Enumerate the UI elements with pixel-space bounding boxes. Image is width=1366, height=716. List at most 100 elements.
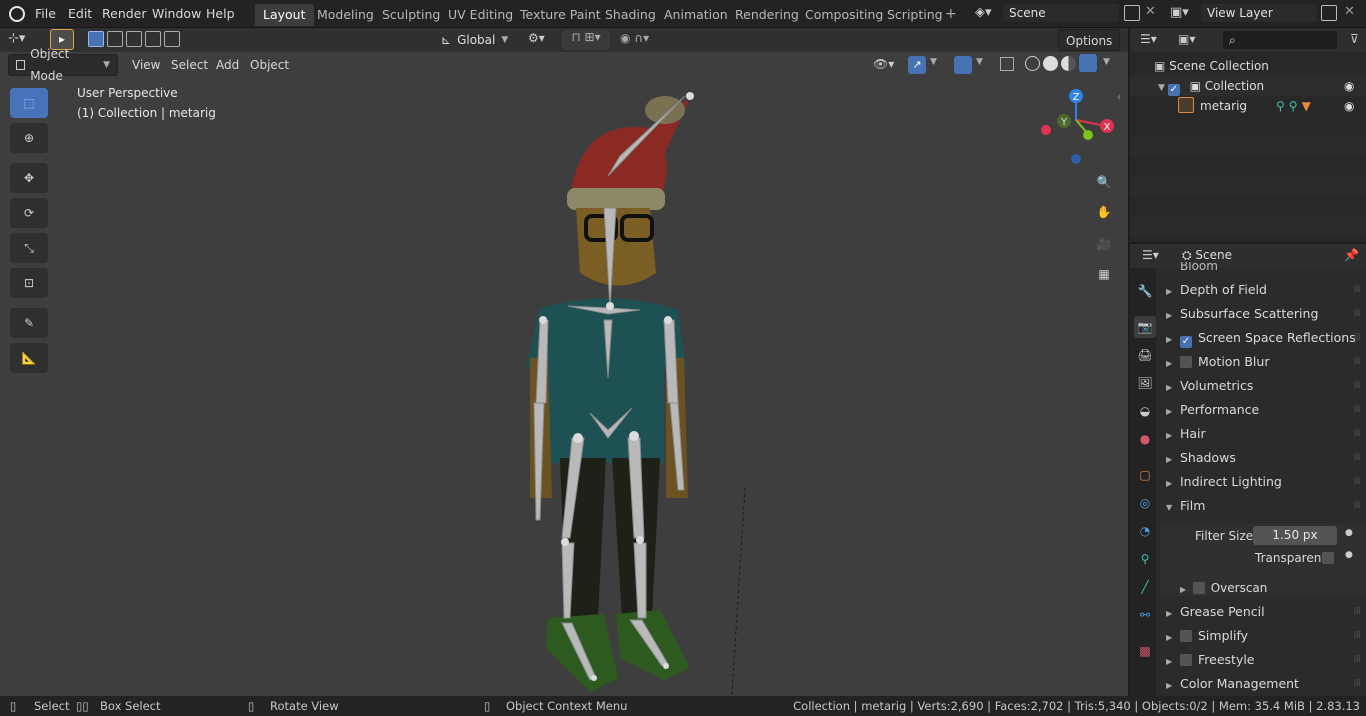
keyframe-dot-icon[interactable]: ● bbox=[1345, 528, 1353, 538]
xray-toggle-icon[interactable] bbox=[1000, 57, 1014, 71]
cursor-tool[interactable]: ⊕ bbox=[10, 123, 48, 153]
output-tab-icon[interactable]: 🖨 bbox=[1134, 344, 1156, 366]
overscan-row[interactable]: ▶ Overscan bbox=[1180, 580, 1267, 598]
collection-checkbox[interactable]: ✓ bbox=[1167, 84, 1180, 96]
tab-sculpting[interactable]: Sculpting bbox=[374, 4, 448, 26]
bone-tab-icon[interactable]: ╱ bbox=[1134, 576, 1156, 598]
motion-blur-checkbox[interactable] bbox=[1180, 356, 1192, 368]
outliner-search-input[interactable]: ⌕ bbox=[1222, 30, 1338, 50]
material-shading-icon[interactable] bbox=[1061, 56, 1076, 71]
tool-settings-tab-icon[interactable]: 🔧 bbox=[1134, 280, 1156, 302]
section-screen-space-reflections[interactable]: ▶ ✓ Screen Space Reflections ⁞⁞⁞ bbox=[1158, 326, 1366, 350]
view-layer-field[interactable]: View Layer bbox=[1200, 3, 1318, 23]
pan-hand-icon[interactable]: ✋ bbox=[1090, 198, 1118, 226]
z-neg-axis-icon[interactable] bbox=[1071, 154, 1081, 164]
eye-icon[interactable]: ◉ bbox=[1344, 96, 1354, 116]
drag-handle-icon[interactable]: ⁞⁞⁞ bbox=[1353, 326, 1360, 350]
tab-shading[interactable]: Shading bbox=[597, 4, 664, 26]
x-neg-axis-icon[interactable] bbox=[1041, 125, 1051, 135]
object-menu[interactable]: Object bbox=[243, 54, 296, 76]
solid-shading-icon[interactable] bbox=[1043, 56, 1058, 71]
section-freestyle[interactable]: ▶ Freestyle ⁞⁞⁞ bbox=[1158, 648, 1366, 672]
menu-window[interactable]: Window bbox=[152, 4, 201, 24]
select-invert-icon[interactable] bbox=[145, 31, 161, 47]
select-menu[interactable]: Select bbox=[164, 54, 215, 76]
display-mode-icon[interactable]: ▣▾ bbox=[1178, 32, 1195, 46]
tab-animation[interactable]: Animation bbox=[656, 4, 736, 26]
properties-editor-type-icon[interactable]: ☰▾ bbox=[1142, 248, 1159, 262]
armature-data-tab-icon[interactable]: ⚲ bbox=[1134, 548, 1156, 570]
zoom-icon[interactable]: 🔍 bbox=[1090, 168, 1118, 196]
chevron-down-icon[interactable]: ▼ bbox=[976, 57, 983, 67]
tab-texture-paint[interactable]: Texture Paint bbox=[512, 4, 609, 26]
scene-selector-icon[interactable]: ◈▾ bbox=[975, 5, 992, 20]
tab-uv-editing[interactable]: UV Editing bbox=[440, 4, 521, 26]
drag-handle-icon[interactable]: ⁞⁞⁞ bbox=[1353, 446, 1360, 470]
drag-handle-icon[interactable]: ⁞⁞⁞ bbox=[1353, 278, 1360, 302]
move-tool[interactable]: ✥ bbox=[10, 163, 48, 193]
outliner-editor-type-icon[interactable]: ☰▾ bbox=[1140, 32, 1157, 46]
drag-handle-icon[interactable]: ⁞⁞⁞ bbox=[1353, 470, 1360, 494]
menu-help[interactable]: Help bbox=[206, 4, 235, 24]
chevron-down-icon[interactable]: ▼ bbox=[930, 57, 937, 67]
disclosure-triangle-icon[interactable]: ▼ bbox=[1158, 83, 1168, 93]
overlays-toggle-icon[interactable] bbox=[954, 56, 972, 74]
simplify-checkbox[interactable] bbox=[1180, 630, 1192, 642]
proportional-edit-icon[interactable]: ◉ ∩▾ bbox=[620, 31, 649, 45]
drag-handle-icon[interactable]: ⁞⁞⁞ bbox=[1353, 600, 1360, 624]
add-workspace-icon[interactable]: + bbox=[945, 6, 957, 22]
transform-orientation-dropdown[interactable]: ⊾ Global ▼ bbox=[441, 30, 519, 50]
section-subsurface-scattering[interactable]: ▶ Subsurface Scattering ⁞⁞⁞ bbox=[1158, 302, 1366, 326]
scale-tool[interactable]: ⤡ bbox=[10, 233, 48, 263]
section-motion-blur[interactable]: ▶ Motion Blur ⁞⁞⁞ bbox=[1158, 350, 1366, 374]
section-indirect-lighting[interactable]: ▶ Indirect Lighting ⁞⁞⁞ bbox=[1158, 470, 1366, 494]
transform-tool[interactable]: ⊡ bbox=[10, 268, 48, 298]
scene-name-field[interactable]: Scene bbox=[1002, 3, 1120, 23]
filter-icon[interactable]: ⊽ bbox=[1350, 32, 1359, 46]
scene-collection-row[interactable]: ▣ Scene Collection bbox=[1154, 56, 1269, 76]
bloom-row-partial[interactable]: Bloom bbox=[1158, 262, 1366, 272]
eye-icon[interactable]: ◉ bbox=[1344, 76, 1354, 96]
freestyle-checkbox[interactable] bbox=[1180, 654, 1192, 666]
scene-tab-icon[interactable]: ◒ bbox=[1134, 400, 1156, 422]
chevron-down-icon[interactable]: ▼ bbox=[1103, 57, 1110, 67]
select-box-tool[interactable]: ⬚ bbox=[10, 88, 48, 118]
drag-handle-icon[interactable]: ⁞⁞⁞ bbox=[1353, 494, 1360, 518]
menu-render[interactable]: Render bbox=[102, 4, 147, 24]
blender-logo-icon[interactable] bbox=[9, 6, 25, 22]
metarig-row[interactable]: metarig bbox=[1178, 96, 1247, 116]
menu-file[interactable]: File bbox=[35, 4, 56, 24]
collection-row[interactable]: ▼ ✓ ▣ Collection bbox=[1158, 76, 1264, 96]
drag-handle-icon[interactable]: ⁞⁞⁞ bbox=[1353, 374, 1360, 398]
mode-dropdown[interactable]: Object Mode ▼ bbox=[8, 47, 118, 83]
section-film[interactable]: ▼ Film ⁞⁞⁞ bbox=[1158, 494, 1366, 518]
tab-modeling[interactable]: Modeling bbox=[309, 4, 382, 26]
drag-handle-icon[interactable]: ⁞⁞⁞ bbox=[1353, 624, 1360, 648]
new-view-layer-icon[interactable] bbox=[1321, 5, 1337, 21]
drag-handle-icon[interactable]: ⁞⁞⁞ bbox=[1353, 422, 1360, 446]
snap-toggle-icon[interactable]: ⊓ ⊞▾ bbox=[562, 30, 610, 50]
overscan-checkbox[interactable] bbox=[1192, 582, 1205, 594]
section-performance[interactable]: ▶ Performance ⁞⁞⁞ bbox=[1158, 398, 1366, 422]
select-subtract-icon[interactable] bbox=[126, 31, 142, 47]
editor-type-icon[interactable]: ⊹▾ bbox=[8, 31, 25, 46]
character-model[interactable] bbox=[500, 58, 760, 698]
transparent-checkbox[interactable] bbox=[1322, 552, 1334, 564]
drag-handle-icon[interactable]: ⁞⁞⁞ bbox=[1353, 302, 1360, 326]
select-intersect-icon[interactable] bbox=[164, 31, 180, 47]
new-scene-icon[interactable] bbox=[1124, 5, 1140, 21]
y-neg-axis-icon[interactable] bbox=[1083, 130, 1093, 140]
annotate-tool[interactable]: ✎ bbox=[10, 308, 48, 338]
sidebar-toggle-icon[interactable]: ‹ bbox=[1117, 92, 1121, 103]
modifier-tab-icon[interactable]: ◎ bbox=[1134, 492, 1156, 514]
drag-handle-icon[interactable]: ⁞⁞⁞ bbox=[1353, 648, 1360, 672]
drag-handle-icon[interactable]: ⁞⁞⁞ bbox=[1353, 350, 1360, 374]
keyframe-dot-icon[interactable]: ● bbox=[1345, 550, 1353, 560]
texture-tab-icon[interactable]: ▩ bbox=[1134, 640, 1156, 662]
gizmo-toggle-icon[interactable]: ↗ bbox=[908, 56, 926, 74]
rotate-tool[interactable]: ⟳ bbox=[10, 198, 48, 228]
options-button[interactable]: Options ▼ bbox=[1058, 29, 1120, 70]
drag-handle-icon[interactable]: ⁞⁞⁞ bbox=[1353, 398, 1360, 422]
section-shadows[interactable]: ▶ Shadows ⁞⁞⁞ bbox=[1158, 446, 1366, 470]
delete-view-layer-icon[interactable]: ✕ bbox=[1344, 4, 1355, 19]
